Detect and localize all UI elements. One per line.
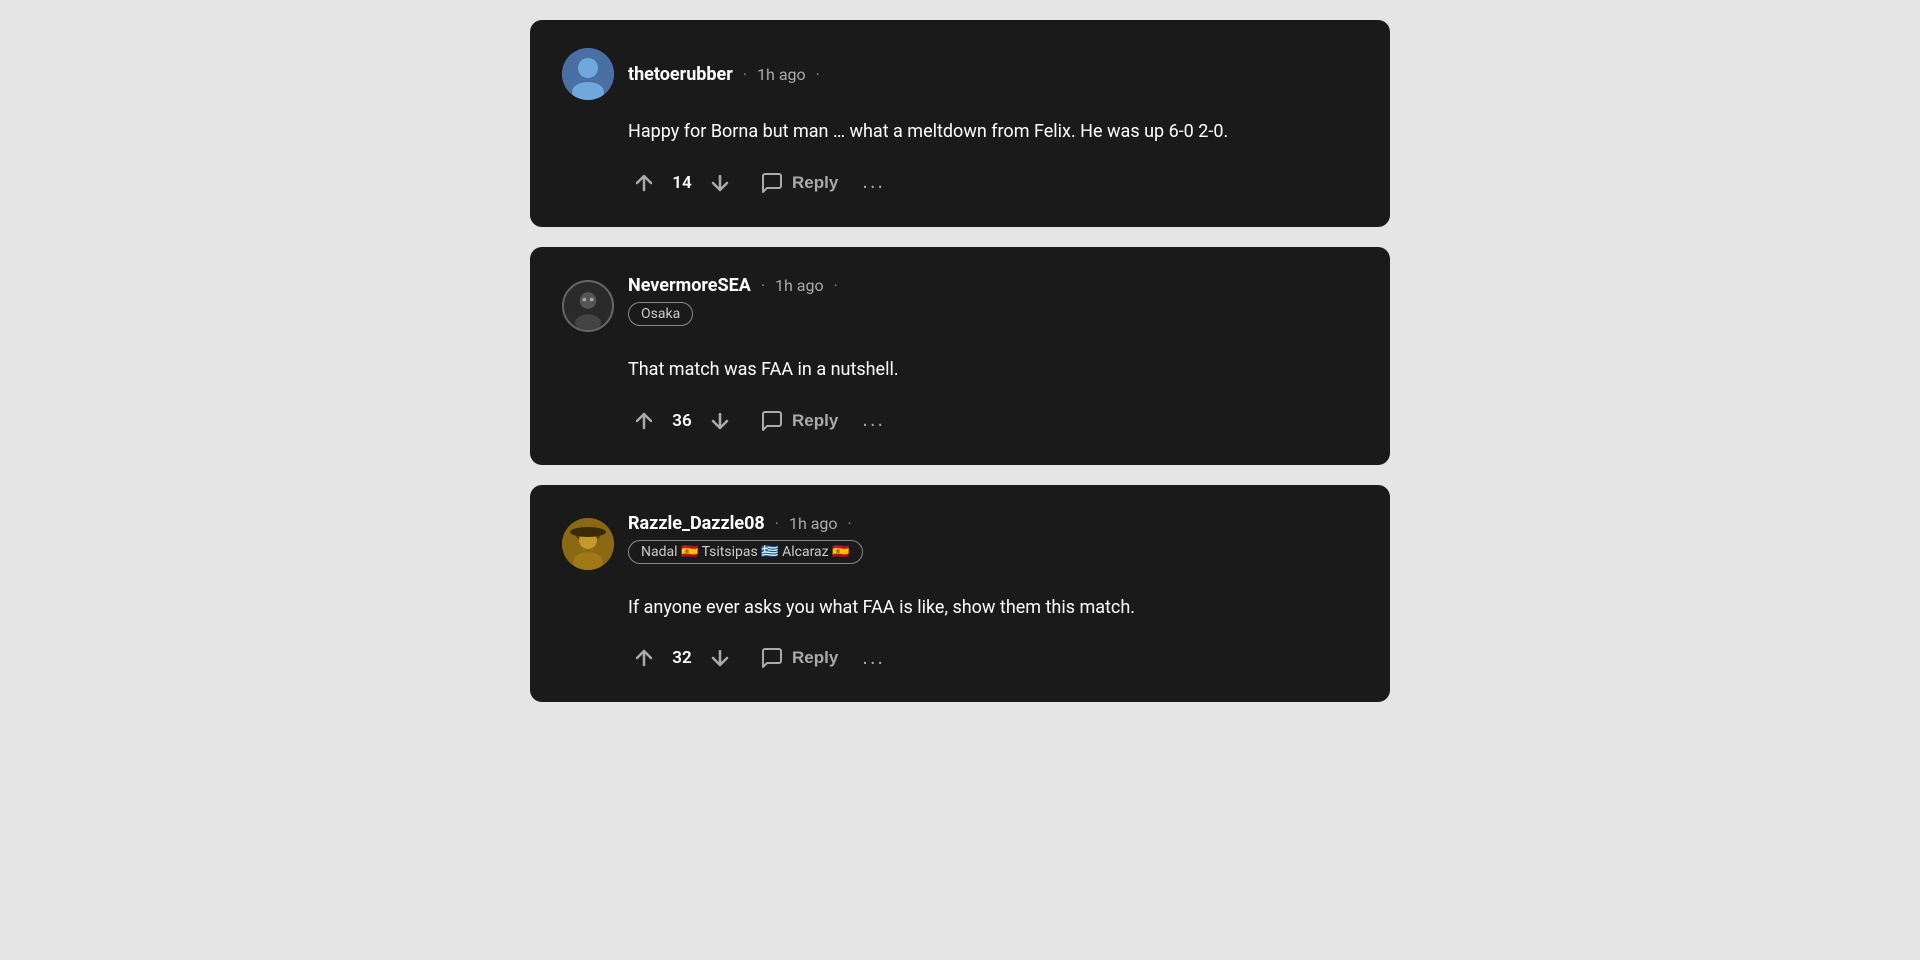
reply-icon (760, 409, 784, 433)
comment-header: Razzle_Dazzle08 · 1h ago · Nadal 🇪🇸 Tsit… (562, 513, 1358, 576)
separator2: · (848, 514, 852, 533)
flair-badge: Osaka (628, 302, 693, 326)
reply-button[interactable]: Reply (760, 409, 838, 433)
more-options-button[interactable]: ... (862, 171, 885, 194)
separator: · (761, 276, 765, 295)
comment-header: thetoerubber · 1h ago · (562, 48, 1358, 100)
more-options-button[interactable]: ... (862, 409, 885, 432)
timestamp: 1h ago (789, 514, 838, 533)
comment-actions: 14 Reply ... (628, 167, 1358, 199)
avatar-image (562, 48, 614, 100)
avatar (562, 280, 614, 332)
vote-controls: 32 (628, 642, 736, 674)
downvote-icon (708, 409, 732, 433)
flair-badge: Nadal 🇪🇸 Tsitsipas 🇬🇷 Alcaraz 🇪🇸 (628, 540, 863, 564)
comment-card: NevermoreSEA · 1h ago · Osaka That match… (530, 247, 1390, 465)
comment-header: NevermoreSEA · 1h ago · Osaka (562, 275, 1358, 338)
comment-actions: 36 Reply ... (628, 405, 1358, 437)
username: thetoerubber (628, 64, 733, 85)
username: NevermoreSEA (628, 275, 751, 296)
user-meta: thetoerubber · 1h ago · (628, 64, 820, 85)
vote-controls: 36 (628, 405, 736, 437)
comment-card: thetoerubber · 1h ago · Happy for Borna … (530, 20, 1390, 227)
downvote-button[interactable] (704, 642, 736, 674)
comment-card: Razzle_Dazzle08 · 1h ago · Nadal 🇪🇸 Tsit… (530, 485, 1390, 703)
downvote-button[interactable] (704, 405, 736, 437)
user-info: Razzle_Dazzle08 · 1h ago · (628, 513, 863, 534)
user-meta: Razzle_Dazzle08 · 1h ago · Nadal 🇪🇸 Tsit… (628, 513, 863, 576)
upvote-button[interactable] (628, 167, 660, 199)
vote-count: 14 (670, 173, 694, 193)
upvote-icon (632, 646, 656, 670)
comments-list: thetoerubber · 1h ago · Happy for Borna … (530, 20, 1390, 702)
timestamp: 1h ago (757, 65, 806, 84)
avatar-image (562, 518, 614, 570)
timestamp: 1h ago (775, 276, 824, 295)
upvote-icon (632, 171, 656, 195)
reply-button[interactable]: Reply (760, 171, 838, 195)
user-info: NevermoreSEA · 1h ago · (628, 275, 838, 296)
reply-label: Reply (792, 173, 838, 193)
upvote-icon (632, 409, 656, 433)
comment-text: That match was FAA in a nutshell. (628, 356, 1358, 385)
separator: · (775, 514, 779, 533)
upvote-button[interactable] (628, 405, 660, 437)
comment-text: Happy for Borna but man … what a meltdow… (628, 118, 1358, 147)
comment-body: If anyone ever asks you what FAA is like… (562, 594, 1358, 675)
avatar (562, 518, 614, 570)
downvote-button[interactable] (704, 167, 736, 199)
user-info: thetoerubber · 1h ago · (628, 64, 820, 85)
downvote-icon (708, 171, 732, 195)
comment-body: That match was FAA in a nutshell. 36 (562, 356, 1358, 437)
comment-actions: 32 Reply ... (628, 642, 1358, 674)
comment-text: If anyone ever asks you what FAA is like… (628, 594, 1358, 623)
flair-row: Nadal 🇪🇸 Tsitsipas 🇬🇷 Alcaraz 🇪🇸 (628, 534, 863, 564)
downvote-icon (708, 646, 732, 670)
reply-label: Reply (792, 648, 838, 668)
vote-count: 32 (670, 648, 694, 668)
avatar (562, 48, 614, 100)
comment-body: Happy for Borna but man … what a meltdow… (562, 118, 1358, 199)
separator: · (743, 65, 747, 84)
user-meta: NevermoreSEA · 1h ago · Osaka (628, 275, 838, 338)
vote-count: 36 (670, 411, 694, 431)
flair-row: Osaka (628, 296, 838, 326)
reply-button[interactable]: Reply (760, 646, 838, 670)
separator2: · (834, 276, 838, 295)
reply-label: Reply (792, 411, 838, 431)
reply-icon (760, 171, 784, 195)
username: Razzle_Dazzle08 (628, 513, 765, 534)
avatar-image (564, 280, 612, 332)
upvote-button[interactable] (628, 642, 660, 674)
more-options-button[interactable]: ... (862, 647, 885, 670)
vote-controls: 14 (628, 167, 736, 199)
separator2: · (816, 65, 820, 84)
reply-icon (760, 646, 784, 670)
